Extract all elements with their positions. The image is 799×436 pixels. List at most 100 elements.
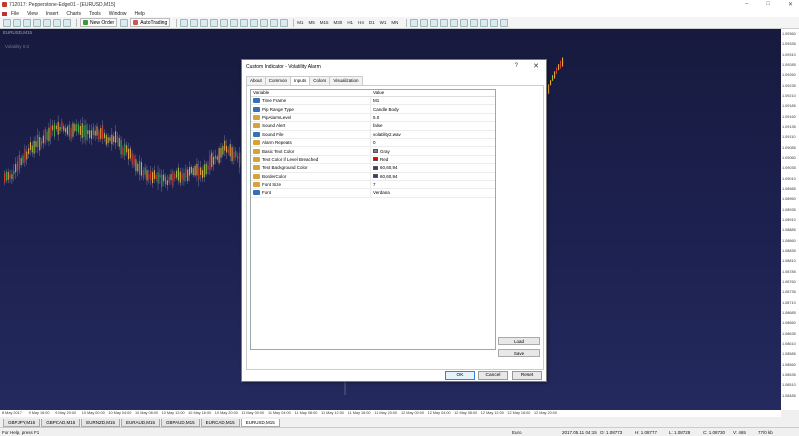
param-row[interactable]: Pip Range Type Candle Body (251, 105, 495, 114)
param-row[interactable]: Font Verdana (251, 189, 495, 198)
market-watch-icon[interactable] (23, 18, 31, 27)
tile-windows-icon[interactable] (230, 18, 239, 27)
crosshair-icon[interactable] (420, 18, 429, 27)
minimize-icon[interactable]: – (745, 1, 748, 8)
chart-tab[interactable]: GBPCAD,M15 (41, 419, 81, 427)
line-chart-icon[interactable] (200, 18, 209, 27)
indicators-icon[interactable] (260, 18, 269, 27)
candle-body (41, 141, 43, 145)
dialog-close-icon[interactable]: ✕ (533, 62, 539, 70)
close-icon[interactable]: ✕ (788, 1, 793, 8)
price-tick: 1.08835 (782, 249, 796, 253)
param-row[interactable]: Alarm Repeats 0 (251, 138, 495, 148)
timeframe-h4[interactable]: H4 (358, 20, 364, 25)
chart-tab[interactable]: EURCAD,M15 (200, 419, 240, 427)
timeframe-m15[interactable]: M15 (320, 20, 329, 25)
metaeditor-icon[interactable] (120, 18, 129, 27)
menu-insert[interactable]: Insert (46, 11, 59, 17)
chart-tab[interactable]: GBPAUD,M15 (160, 419, 200, 427)
param-value-cell[interactable]: Candle Body (371, 105, 495, 112)
param-value-cell[interactable]: Gray (371, 147, 495, 154)
param-row[interactable]: Sound File volatility2.wav (251, 130, 495, 139)
help-icon[interactable]: ? (515, 63, 518, 69)
chart-tab[interactable]: EURAUD,M15 (120, 419, 160, 427)
param-value-cell[interactable]: 60,60,94 (371, 173, 495, 180)
param-value-cell[interactable]: 7 (371, 181, 495, 188)
param-value-cell[interactable]: 5.0 (371, 114, 495, 121)
timeframe-mn[interactable]: MN (391, 20, 398, 25)
arrows-icon[interactable] (500, 18, 509, 27)
param-row[interactable]: PipAlarmLevel 5.0 (251, 113, 495, 123)
time-tick: 11 May 00:00 (241, 411, 265, 415)
param-row[interactable]: Time Frame M1 (251, 97, 495, 106)
tab-common[interactable]: Common (264, 76, 292, 85)
menu-view[interactable]: View (27, 11, 38, 17)
timeframe-w1[interactable]: W1 (380, 20, 387, 25)
templates-icon[interactable] (280, 18, 289, 27)
param-variable-cell: Text Background Color (251, 164, 371, 172)
fibonacci-icon[interactable] (470, 18, 479, 27)
horizontal-line-icon[interactable] (440, 18, 449, 27)
candlestick-icon[interactable] (190, 18, 199, 27)
equidistant-channel-icon[interactable] (460, 18, 469, 27)
param-value-cell[interactable]: false (371, 122, 495, 129)
tab-visualization[interactable]: Visualization (329, 76, 363, 85)
ok-button[interactable]: OK (445, 371, 475, 380)
timeframe-m30[interactable]: M30 (334, 20, 343, 25)
param-value-cell[interactable]: Verdana (371, 189, 495, 196)
chart-tab[interactable]: EURUSD,M15 (240, 419, 280, 427)
custom-indicator-dialog: Custom Indicator - Volatility Alarm ? ✕ … (241, 59, 547, 382)
chart-tab[interactable]: EURNZD,M15 (81, 419, 120, 427)
candle-body (20, 158, 22, 166)
param-name: Font Size (262, 182, 282, 188)
trendline-icon[interactable] (450, 18, 459, 27)
new-chart-icon[interactable] (3, 18, 11, 27)
param-value-cell[interactable]: M1 (371, 97, 495, 104)
chart-shift-icon[interactable] (250, 18, 259, 27)
text-label-icon[interactable] (490, 18, 499, 27)
param-row[interactable]: Font Size 7 (251, 180, 495, 190)
param-value-cell[interactable]: volatility2.wav (371, 131, 495, 138)
param-row[interactable]: Sound Alert false (251, 122, 495, 131)
new-order-button[interactable]: New Order (80, 18, 118, 27)
menu-help[interactable]: Help (135, 11, 145, 17)
param-row[interactable]: Text Color if Level Breached Red (251, 155, 495, 165)
menu-charts[interactable]: Charts (66, 11, 81, 17)
menu-file[interactable]: File (11, 11, 19, 17)
value-type-icon (253, 165, 260, 171)
param-value-cell[interactable]: 0 (371, 139, 495, 146)
menu-window[interactable]: Window (109, 11, 127, 17)
param-value-cell[interactable]: 60,60,94 (371, 164, 495, 171)
maximize-icon[interactable]: □ (766, 1, 770, 8)
tab-colors[interactable]: Colors (309, 76, 331, 85)
cursor-icon[interactable] (410, 18, 419, 27)
tab-about[interactable]: About (246, 76, 266, 85)
load-button[interactable]: Load (498, 337, 540, 345)
periods-icon[interactable] (270, 18, 279, 27)
timeframe-m1[interactable]: M1 (297, 20, 303, 25)
timeframe-d1[interactable]: D1 (369, 20, 375, 25)
data-window-icon[interactable] (33, 18, 41, 27)
timeframe-h1[interactable]: H1 (347, 20, 353, 25)
text-tool-icon[interactable] (480, 18, 489, 27)
menu-tools[interactable]: Tools (89, 11, 101, 17)
autoscroll-icon[interactable] (240, 18, 249, 27)
bar-chart-icon[interactable] (180, 18, 189, 27)
param-value-cell[interactable]: Red (371, 156, 495, 163)
timeframe-m5[interactable]: M5 (309, 20, 315, 25)
zoom-out-icon[interactable] (220, 18, 229, 27)
terminal-icon[interactable] (53, 18, 61, 27)
vertical-line-icon[interactable] (430, 18, 439, 27)
zoom-in-icon[interactable] (210, 18, 219, 27)
navigator-icon[interactable] (43, 18, 51, 27)
param-row[interactable]: BorderColor 60,60,94 (251, 172, 495, 181)
save-button[interactable]: Save (498, 349, 540, 357)
cancel-button[interactable]: Cancel (478, 371, 508, 380)
reset-button[interactable]: Reset (512, 371, 542, 380)
strategy-tester-icon[interactable] (63, 18, 71, 27)
auto-trading-button[interactable]: AutoTrading (130, 18, 171, 27)
chart-tab[interactable]: GBPJPY,M15 (3, 419, 41, 427)
profiles-icon[interactable] (13, 18, 21, 27)
param-row[interactable]: Text Background Color 60,60,94 (251, 164, 495, 173)
param-row[interactable]: Basic Text Color Gray (251, 147, 495, 156)
